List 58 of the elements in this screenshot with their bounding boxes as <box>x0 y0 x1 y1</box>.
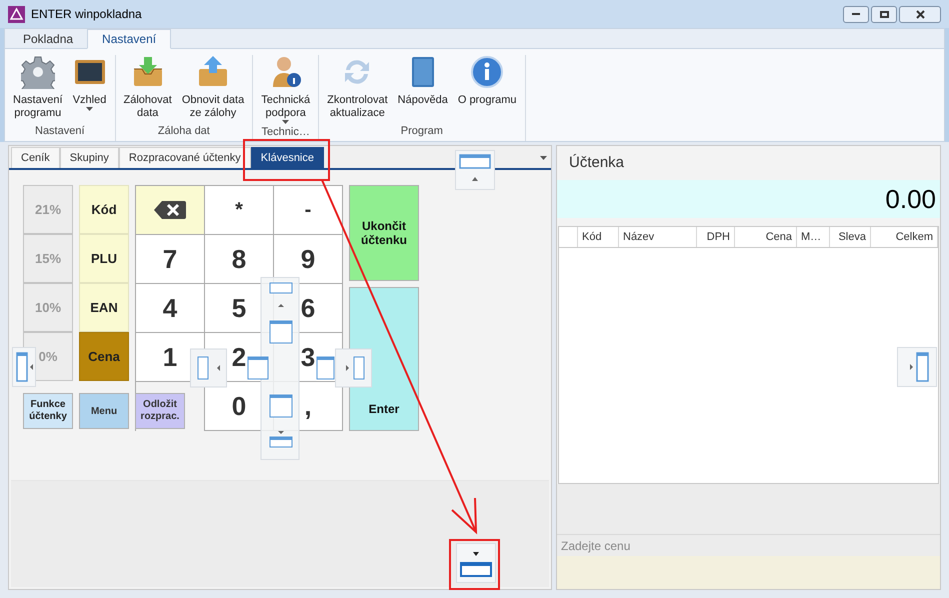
tab-menu-caret-icon <box>540 156 547 160</box>
window-title: ENTER winpokladna <box>31 6 142 23</box>
ribbon-button[interactable]: Nastavení programu <box>9 55 67 122</box>
ribbon-button[interactable]: Zkontrolovat aktualizace <box>323 55 392 122</box>
app-logo-icon <box>8 6 25 22</box>
receipt-functions-button[interactable]: Funkce účtenky <box>23 393 73 429</box>
dock-guide-menu[interactable] <box>897 347 937 387</box>
backspace-icon <box>154 201 186 219</box>
numpad-key[interactable]: 4 <box>136 284 205 333</box>
ribbon-button[interactable]: Technická podpora <box>257 55 314 124</box>
highlight-rectangle <box>449 539 500 590</box>
ribbon-group-label: Technic… <box>262 125 310 140</box>
ribbon-button[interactable]: Zálohovat data <box>120 55 176 122</box>
column-header[interactable]: Cena <box>735 227 797 247</box>
input-mode-key[interactable]: Cena <box>79 332 129 381</box>
maximize-button[interactable] <box>871 6 897 22</box>
backspace-key[interactable] <box>136 186 205 235</box>
postpone-receipt-button[interactable]: Odložit rozprac. <box>135 393 185 429</box>
column-header[interactable]: Sleva <box>830 227 871 247</box>
ribbon-button[interactable]: O programu <box>454 55 521 122</box>
numpad-key[interactable]: - <box>274 186 343 235</box>
minimize-button[interactable] <box>843 6 869 22</box>
column-header[interactable]: Celkem <box>871 227 938 247</box>
ribbon-tab[interactable]: Pokladna <box>9 29 88 49</box>
numpad-key[interactable]: 8 <box>205 235 274 284</box>
close-button[interactable] <box>899 6 941 22</box>
column-header[interactable]: Název <box>619 227 697 247</box>
ribbon-group-label: Záloha dat <box>158 124 210 138</box>
document-tab[interactable]: Klávesnice <box>250 147 324 168</box>
ribbon-button[interactable]: Vzhled <box>68 55 111 122</box>
column-header[interactable]: Kód <box>578 227 619 247</box>
numpad-key[interactable]: 9 <box>274 235 343 284</box>
ribbon-button[interactable]: Obnovit data ze zálohy <box>178 55 248 122</box>
finish-receipt-button[interactable]: Ukončit účtenku <box>349 185 419 281</box>
document-tab[interactable]: Ceník <box>11 147 60 168</box>
receipt-title: Účtenka <box>568 152 626 173</box>
ribbon-button[interactable]: Nápověda <box>394 55 452 122</box>
ribbon-tab[interactable]: Nastavení <box>87 29 172 49</box>
column-header[interactable]: DPH <box>697 227 735 247</box>
menu-button[interactable]: Menu <box>79 393 129 429</box>
total-display: 0.00 <box>557 180 940 218</box>
price-input-field[interactable]: Zadejte cenu <box>557 534 940 556</box>
info-icon <box>470 55 504 89</box>
input-mode-key[interactable]: PLU <box>79 234 129 283</box>
dock-guide-menu[interactable] <box>456 543 496 583</box>
numpad-key[interactable]: * <box>205 186 274 235</box>
gear-icon <box>20 55 55 89</box>
numpad-key[interactable]: 7 <box>136 235 205 284</box>
close-icon <box>916 10 924 18</box>
ribbon-group-label: Nastavení <box>35 124 85 138</box>
dock-guide-menu[interactable] <box>12 347 36 387</box>
document-tab[interactable]: Skupiny <box>60 147 119 168</box>
dock-guide-menu[interactable] <box>455 150 495 190</box>
document-tab[interactable]: Rozpracované účtenky <box>118 147 251 168</box>
input-mode-key[interactable]: EAN <box>79 283 129 332</box>
input-mode-key[interactable]: Kód <box>79 185 129 234</box>
ribbon-group-label: Program <box>400 124 443 138</box>
column-header[interactable]: M… <box>797 227 830 247</box>
